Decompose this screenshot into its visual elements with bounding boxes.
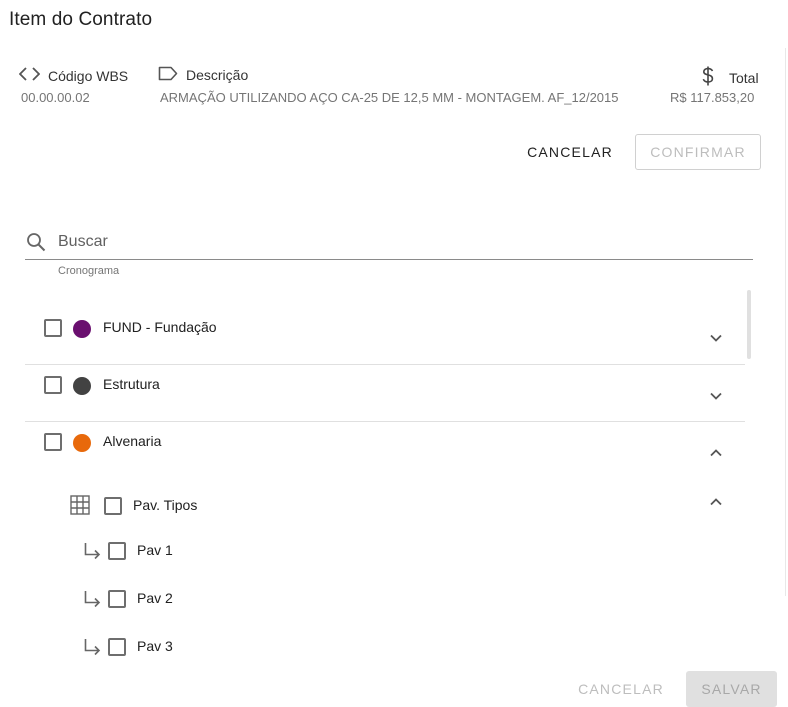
group-color-dot	[73, 434, 91, 452]
code-value: 00.00.00.02	[21, 90, 90, 105]
subdirectory-arrow-icon	[84, 638, 101, 661]
save-button[interactable]: SALVAR	[686, 671, 777, 707]
code-brackets-icon	[18, 66, 41, 85]
chevron-down-icon[interactable]	[710, 392, 722, 400]
chevron-down-icon[interactable]	[710, 334, 722, 342]
description-value: ARMAÇÃO UTILIZANDO AÇO CA-25 DE 12,5 MM …	[160, 90, 619, 105]
description-label: Descrição	[186, 67, 249, 83]
group-checkbox[interactable]	[44, 433, 62, 451]
tree-group-row[interactable]: Alvenaria	[25, 421, 745, 478]
subgroup-label: Pav. Tipos	[133, 497, 198, 513]
label-tag-icon	[158, 66, 178, 84]
total-label-group: Total	[701, 66, 759, 89]
subgroup-checkbox[interactable]	[104, 497, 122, 515]
group-checkbox[interactable]	[44, 376, 62, 394]
tree-subgroup-row[interactable]: Pav. Tipos	[25, 488, 745, 522]
group-label: Alvenaria	[103, 433, 162, 449]
leaf-checkbox[interactable]	[108, 542, 126, 560]
total-value: R$ 117.853,20	[670, 90, 755, 105]
tree-leaf-row[interactable]: Pav 2	[25, 583, 745, 617]
dialog-title: Item do Contrato	[9, 9, 153, 30]
dialog-edge-divider	[785, 48, 786, 596]
group-label: Estrutura	[103, 376, 160, 392]
group-color-dot	[73, 377, 91, 395]
chevron-up-icon[interactable]	[710, 498, 722, 506]
tree-group-row[interactable]: Estrutura	[25, 364, 745, 421]
search-helper-text: Cronograma	[58, 265, 120, 277]
confirm-top-button[interactable]: CONFIRMAR	[635, 134, 761, 170]
leaf-label: Pav 1	[137, 542, 173, 558]
group-color-dot	[73, 320, 91, 338]
tree-leaf-row[interactable]: Pav 3	[25, 631, 745, 665]
group-label: FUND - Fundação	[103, 319, 217, 335]
search-field	[25, 228, 753, 260]
cancel-top-button[interactable]: CANCELAR	[516, 134, 624, 170]
total-label: Total	[729, 69, 759, 86]
search-icon	[26, 232, 46, 257]
tree-group-row[interactable]: FUND - Fundação	[25, 307, 745, 364]
tree-leaf-row[interactable]: Pav 1	[25, 535, 745, 569]
dollar-icon	[701, 66, 715, 89]
leaf-label: Pav 2	[137, 590, 173, 606]
group-checkbox[interactable]	[44, 319, 62, 337]
subdirectory-arrow-icon	[84, 542, 101, 565]
chevron-up-icon[interactable]	[710, 449, 722, 457]
subdirectory-arrow-icon	[84, 590, 101, 613]
leaf-label: Pav 3	[137, 638, 173, 654]
leaf-checkbox[interactable]	[108, 638, 126, 656]
tree-scrollbar[interactable]	[747, 290, 751, 359]
grid-icon	[70, 495, 90, 520]
code-label-group: Código WBS	[18, 66, 129, 85]
code-label: Código WBS	[48, 67, 129, 84]
item-contract-dialog: Item do Contrato Código WBS 00.00.00.02 …	[0, 0, 788, 707]
description-label-group: Descrição	[158, 66, 248, 84]
cancel-bottom-button[interactable]: CANCELAR	[571, 671, 671, 707]
search-input[interactable]	[58, 230, 718, 254]
leaf-checkbox[interactable]	[108, 590, 126, 608]
